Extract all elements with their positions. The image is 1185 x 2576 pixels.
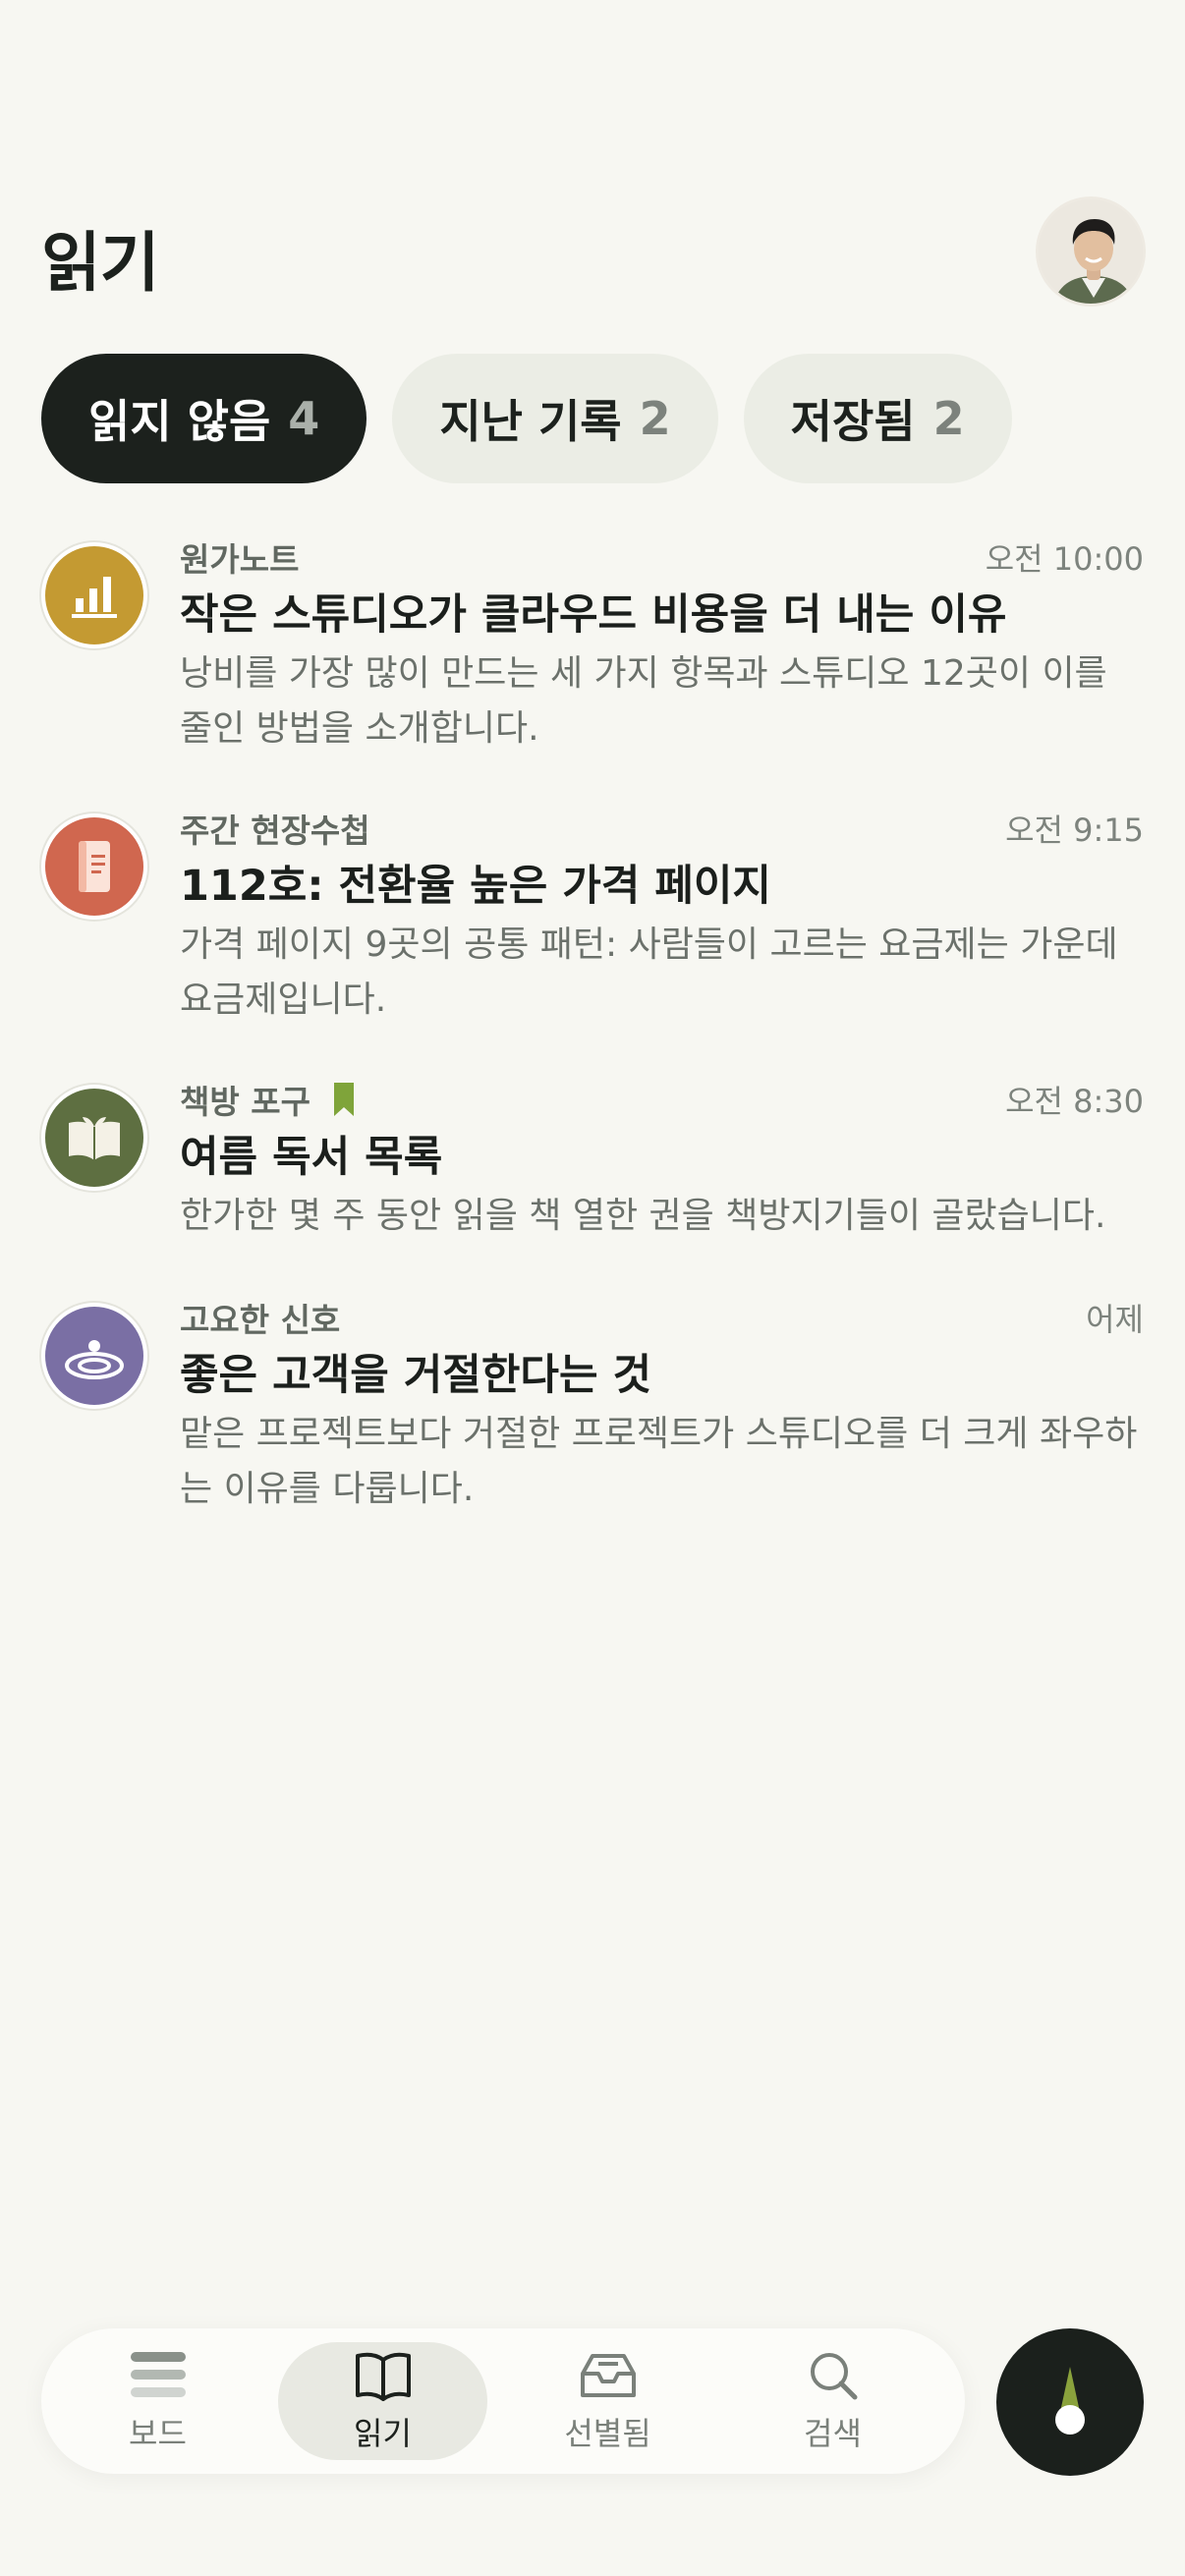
source-name-row: 책방 포구 bbox=[180, 1076, 356, 1123]
compass-icon bbox=[1055, 2367, 1085, 2435]
timestamp: 오전 8:30 bbox=[1005, 1083, 1144, 1120]
bar-chart-icon bbox=[41, 542, 147, 648]
article-summary: 가격 페이지 9곳의 공통 패턴: 사람들이 고르는 요금제는 가운데 요금제입… bbox=[180, 924, 1118, 1020]
tab-label: 지난 기록 bbox=[439, 395, 622, 448]
article-headline: 여름 독서 목록 bbox=[180, 1133, 443, 1182]
list-item[interactable]: 책방 포구 오전 8:30 여름 독서 목록 한가한 몇 주 동안 읽을 책 열… bbox=[41, 1073, 1144, 1291]
nav-board[interactable]: 보드 bbox=[53, 2342, 262, 2460]
tab-label: 저장됨 bbox=[790, 395, 916, 448]
tab-saved[interactable]: 저장됨 2 bbox=[743, 354, 1012, 483]
article-headline: 좋은 고객을 거절한다는 것 bbox=[180, 1351, 652, 1400]
source-name: 고요한 신호 bbox=[180, 1301, 341, 1339]
notebook-icon bbox=[41, 813, 147, 920]
avatar[interactable] bbox=[1036, 196, 1146, 307]
nav-label: 선별됨 bbox=[564, 2415, 651, 2452]
open-book-icon bbox=[41, 1085, 147, 1191]
nav-curated[interactable]: 선별됨 bbox=[503, 2342, 712, 2460]
nav-label: 보드 bbox=[129, 2415, 187, 2452]
compass-button[interactable] bbox=[996, 2328, 1144, 2476]
book-icon bbox=[355, 2352, 411, 2401]
tab-label: 읽지 않음 bbox=[88, 395, 271, 448]
article-headline: 작은 스튜디오가 클라우드 비용을 더 내는 이유 bbox=[180, 590, 1007, 640]
list-item[interactable]: 원가노트 오전 10:00 작은 스튜디오가 클라우드 비용을 더 내는 이유 … bbox=[41, 531, 1144, 802]
inbox-icon bbox=[580, 2354, 636, 2397]
page-title: 읽기 bbox=[41, 225, 159, 301]
tab-count: 4 bbox=[288, 392, 320, 445]
article-summary: 맡은 프로젝트보다 거절한 프로젝트가 스튜디오를 더 크게 좌우하는 이유를 … bbox=[180, 1414, 1138, 1509]
timestamp: 오전 10:00 bbox=[985, 540, 1144, 578]
bookmark-icon bbox=[333, 1083, 354, 1116]
nav-label: 읽기 bbox=[354, 2415, 412, 2452]
nav-label: 검색 bbox=[804, 2415, 862, 2452]
tab-history[interactable]: 지난 기록 2 bbox=[392, 354, 718, 483]
bottom-nav: 보드 읽기 선별됨 검색 bbox=[41, 2328, 965, 2474]
article-summary: 한가한 몇 주 동안 읽을 책 열한 권을 책방지기들이 골랐습니다. bbox=[180, 1196, 1106, 1236]
source-name: 원가노트 bbox=[180, 540, 300, 579]
tab-unread[interactable]: 읽지 않음 4 bbox=[41, 354, 367, 483]
list-item[interactable]: 주간 현장수첩 오전 9:15 112호: 전환율 높은 가격 페이지 가격 페… bbox=[41, 802, 1144, 1073]
timestamp: 어제 bbox=[1086, 1301, 1144, 1338]
timestamp: 오전 9:15 bbox=[1005, 812, 1144, 849]
article-summary: 낭비를 가장 많이 만드는 세 가지 항목과 스튜디오 12곳이 이를 줄인 방… bbox=[180, 653, 1107, 749]
nav-reading[interactable]: 읽기 bbox=[278, 2342, 487, 2460]
reading-screen: 읽기 읽지 않음 4 지난 기록 2 저장됨 2 원가노트 오전 10:00 작… bbox=[0, 0, 1185, 2576]
tab-count: 2 bbox=[932, 392, 965, 445]
ripple-icon bbox=[41, 1303, 147, 1409]
source-name: 주간 현장수첩 bbox=[180, 812, 370, 850]
tab-count: 2 bbox=[639, 392, 671, 445]
search-icon bbox=[810, 2353, 857, 2400]
list-item[interactable]: 고요한 신호 어제 좋은 고객을 거절한다는 것 맡은 프로젝트보다 거절한 프… bbox=[41, 1291, 1144, 1562]
nav-search[interactable]: 검색 bbox=[728, 2342, 937, 2460]
source-name: 책방 포구 bbox=[180, 1083, 310, 1121]
article-list: 원가노트 오전 10:00 작은 스튜디오가 클라우드 비용을 더 내는 이유 … bbox=[41, 531, 1144, 1562]
article-headline: 112호: 전환율 높은 가격 페이지 bbox=[180, 862, 771, 911]
profile-photo bbox=[1039, 199, 1143, 304]
filter-tabs: 읽지 않음 4 지난 기록 2 저장됨 2 bbox=[41, 354, 1012, 483]
stack-icon bbox=[130, 2352, 186, 2397]
